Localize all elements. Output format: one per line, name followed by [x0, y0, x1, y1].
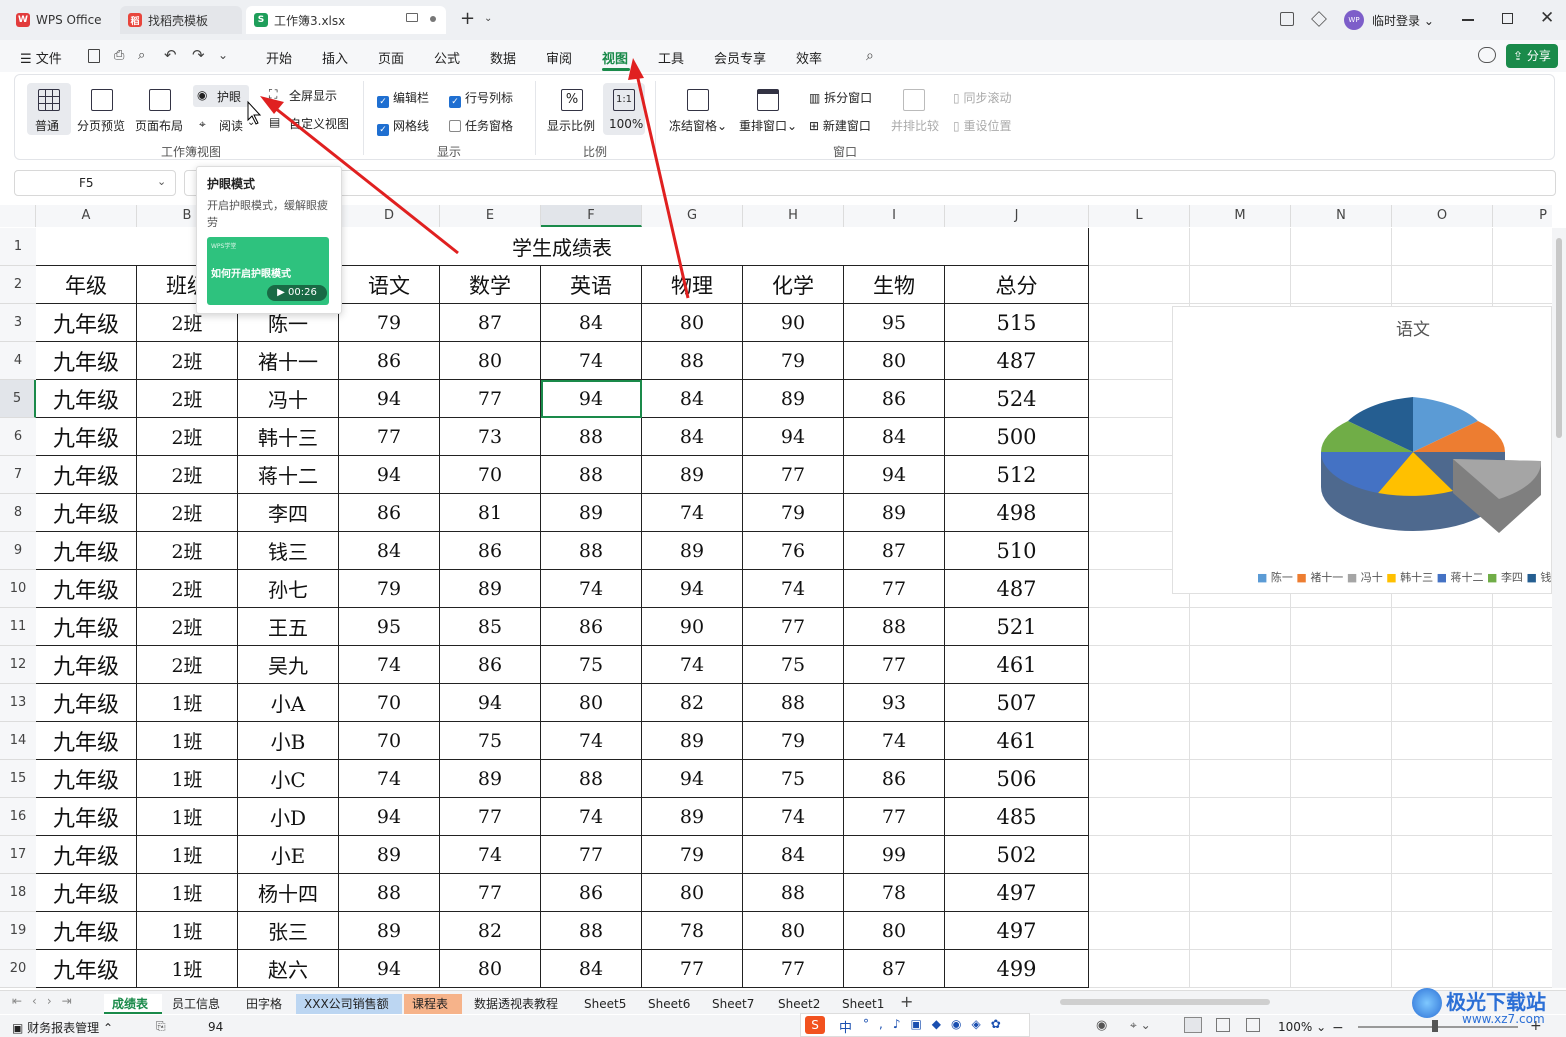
- sheet-tab[interactable]: 成绩表: [104, 994, 162, 1014]
- status-left-label: 财务报表管理: [27, 1021, 100, 1035]
- sheet-tab[interactable]: 员工信息: [164, 994, 236, 1014]
- mouse-cursor-icon: [247, 100, 262, 125]
- view-options-icon[interactable]: ⌖ ⌄: [1130, 1018, 1151, 1033]
- sheet-tab[interactable]: 数据透视表教程: [466, 994, 574, 1014]
- annotation-arrow-2: [634, 69, 690, 299]
- annotation-arrowhead-2: [628, 58, 644, 80]
- zoom-in-icon[interactable]: +: [1530, 1018, 1542, 1034]
- normal-view-icon[interactable]: [1184, 1017, 1202, 1033]
- page-break-view-icon[interactable]: [1246, 1018, 1260, 1032]
- eye-icon[interactable]: ◉: [1096, 1018, 1107, 1033]
- status-left[interactable]: ▣ 财务报表管理 ⌃: [12, 1019, 113, 1036]
- sheet-tab[interactable]: 课程表: [404, 994, 462, 1014]
- ime-toolbar[interactable]: S 中 °,♪▣◆◉◈✿: [800, 1013, 1030, 1037]
- add-sheet-icon[interactable]: +: [900, 992, 913, 1011]
- zoom-out-icon[interactable]: −: [1332, 1020, 1344, 1036]
- zoom-level[interactable]: 100% ⌄: [1278, 1020, 1326, 1034]
- zoom-level-value: 100%: [1278, 1020, 1313, 1034]
- sheet-tab[interactable]: Sheet1: [834, 994, 896, 1014]
- sheet-tab[interactable]: Sheet6: [640, 994, 702, 1014]
- sheet-tab[interactable]: Sheet7: [704, 994, 768, 1014]
- sheet-tab[interactable]: Sheet5: [576, 994, 638, 1014]
- sheet-tab[interactable]: Sheet2: [770, 994, 832, 1014]
- annotation-arrow-1: [269, 102, 459, 255]
- zoom-slider-thumb[interactable]: [1432, 1020, 1438, 1032]
- ime-tool-icons: °,♪▣◆◉◈✿: [863, 1017, 1011, 1031]
- sogou-logo-icon: S: [805, 1016, 825, 1034]
- sheet-tab[interactable]: XXX公司销售额: [296, 994, 402, 1014]
- sheet-tab-bar: ⇤‹›⇥ 成绩表 员工信息 田字格 XXX公司销售额 课程表 数据透视表教程 Sheet5 S…: [0, 990, 1566, 1014]
- zoom-slider[interactable]: [1358, 1026, 1518, 1028]
- sheet-tab[interactable]: 田字格: [238, 994, 294, 1014]
- horizontal-scrollbar-thumb[interactable]: [1060, 999, 1270, 1005]
- status-bar: ▣ 财务报表管理 ⌃ ⎘ 94 S 中 °,♪▣◆◉◈✿ ◉ ⌖ ⌄ 100% …: [0, 1013, 1566, 1037]
- page-layout-view-icon[interactable]: [1216, 1018, 1230, 1032]
- cell-mode-icon: ⎘: [156, 1019, 166, 1033]
- status-cell-value: 94: [208, 1020, 224, 1034]
- sheet-nav-arrows-icon[interactable]: ⇤‹›⇥: [12, 994, 82, 1008]
- ime-mode: 中: [839, 1021, 853, 1036]
- annotation-arrows: [247, 58, 690, 299]
